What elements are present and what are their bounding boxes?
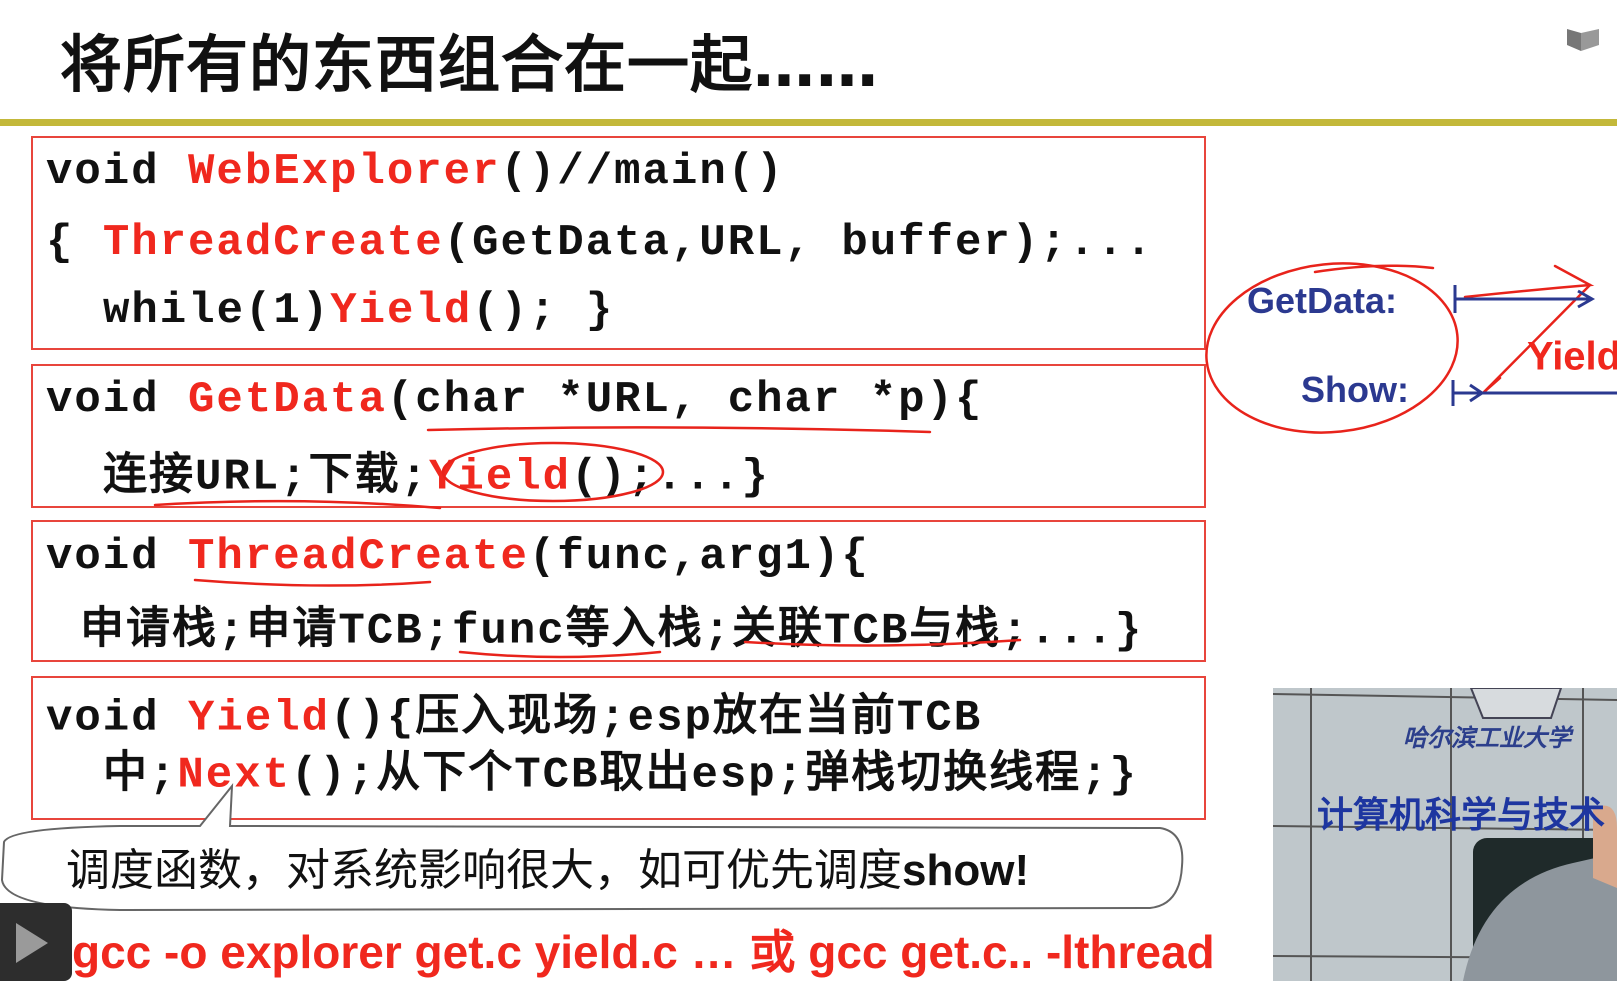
school-name: 哈尔滨工业大学 — [1403, 723, 1571, 752]
getdata-thread-label: GetData: — [1247, 280, 1398, 321]
instructor-video-inset: 哈尔滨工业大学 计算机科学与技术 — [1273, 688, 1617, 981]
callout-text: 调度函数，对系统影响很大，如可优先调度show! — [66, 845, 1030, 896]
show-thread-label: Show: — [1301, 369, 1409, 410]
yield-label: Yield — [1527, 334, 1617, 379]
compile-command: gcc -o explorer get.c yield.c … 或 gcc ge… — [72, 926, 1215, 978]
department-name: 计算机科学与技术 — [1317, 795, 1606, 836]
play-icon[interactable] — [0, 903, 72, 981]
